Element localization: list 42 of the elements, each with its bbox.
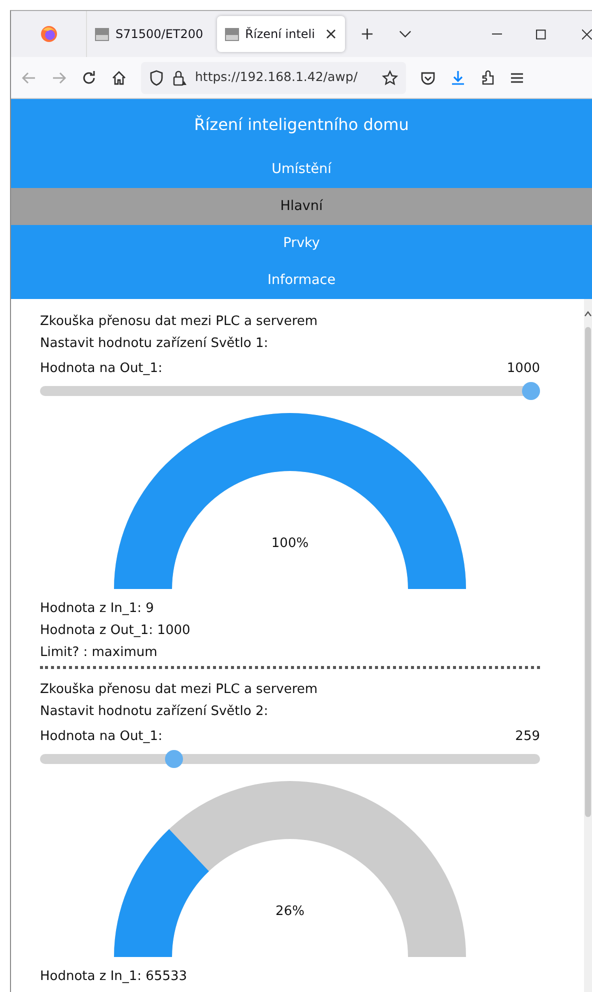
slider-thumb[interactable]	[164, 750, 183, 768]
pocket-icon[interactable]	[420, 70, 436, 86]
tab-favicon	[95, 28, 110, 40]
reload-icon[interactable]	[81, 70, 97, 86]
page-title: Řízení inteligentního domu	[11, 99, 592, 151]
slider-label: Hodnota na Out_1:	[40, 360, 162, 378]
close-icon[interactable]	[582, 28, 592, 40]
tab-favicon	[225, 28, 240, 40]
scrollbar[interactable]	[584, 299, 592, 992]
extensions-icon[interactable]	[480, 70, 496, 86]
menu-icon[interactable]	[510, 70, 524, 84]
home-icon[interactable]	[111, 70, 127, 86]
gauge-reading: 26%	[274, 903, 306, 921]
heading-text: Zkouška přenosu dat mezi PLC a serverem	[40, 313, 319, 331]
browser-tab[interactable]: S71500/ET200	[87, 16, 212, 52]
slider-thumb[interactable]	[522, 382, 540, 400]
setting-label: Nastavit hodnotu zařízení Světlo 2:	[40, 703, 270, 721]
gauge-reading: 100%	[270, 535, 310, 553]
reading-text: Limit? : maximum	[40, 644, 158, 662]
download-icon[interactable]	[450, 70, 466, 86]
nav-item[interactable]: Hlavní	[11, 188, 592, 225]
reading-text: Hodnota z In_1: 9	[40, 600, 155, 618]
scrollbar-thumb[interactable]	[585, 327, 591, 817]
address-bar[interactable]: https://192.168.1.42/awp/	[141, 62, 406, 94]
minimize-icon[interactable]	[492, 33, 502, 35]
heading-text: Zkouška přenosu dat mezi PLC a serverem	[40, 681, 319, 699]
setting-label: Nastavit hodnotu zařízení Světlo 1:	[40, 335, 270, 353]
close-tab-icon[interactable]	[324, 28, 337, 40]
slider-value: 1000	[506, 360, 540, 378]
shield-icon[interactable]	[149, 70, 164, 86]
browser-tab[interactable]: Řízení inteli	[217, 16, 345, 52]
new-tab-icon[interactable]	[360, 27, 374, 41]
slider-value: 259	[515, 728, 540, 746]
lock-icon[interactable]	[172, 70, 187, 86]
scroll-up-icon[interactable]	[584, 310, 592, 318]
maximize-icon[interactable]	[536, 28, 546, 40]
reading-text: Hodnota z In_1: 65533	[40, 968, 188, 986]
slider-label: Hodnota na Out_1:	[40, 728, 162, 746]
url-text[interactable]: https://192.168.1.42/awp/	[195, 68, 358, 87]
star-icon[interactable]	[382, 70, 398, 86]
reading-text: Hodnota z Out_1: 1000	[40, 622, 192, 640]
chevron-down-icon[interactable]	[399, 30, 412, 38]
